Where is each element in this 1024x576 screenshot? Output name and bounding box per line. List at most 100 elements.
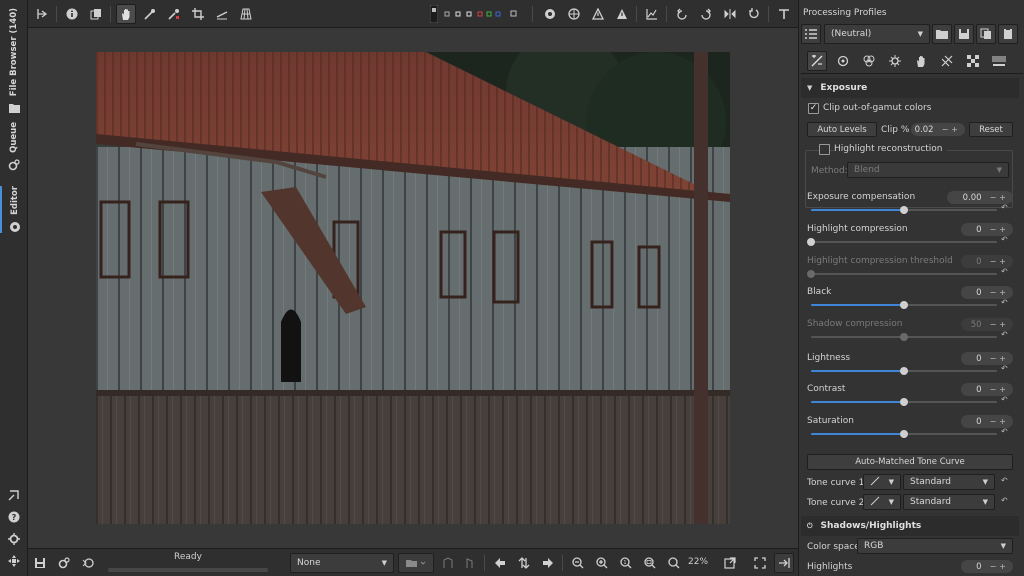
tools-scroll-area[interactable]: ▼ Exposure ✓ Clip out-of-gamut colors Au… bbox=[801, 76, 1023, 576]
fullscreen-toggle-icon[interactable] bbox=[750, 553, 770, 573]
tab-advanced-icon[interactable] bbox=[885, 51, 905, 71]
tab-raw-icon[interactable] bbox=[963, 51, 983, 71]
white-balance-picker-icon[interactable] bbox=[140, 4, 160, 24]
load-profile-icon[interactable] bbox=[932, 24, 952, 44]
slider-track[interactable] bbox=[807, 270, 997, 278]
focus-mask-icon[interactable] bbox=[540, 4, 560, 24]
method-select[interactable]: Blend ▼ bbox=[847, 162, 1009, 178]
tone-curve-2-mode[interactable]: ▼ bbox=[863, 494, 901, 510]
tab-detail-icon[interactable] bbox=[833, 51, 853, 71]
auto-levels-button[interactable]: Auto Levels bbox=[807, 122, 877, 137]
rotate-left-icon[interactable] bbox=[672, 4, 692, 24]
hand-tool-icon[interactable] bbox=[116, 4, 136, 24]
highlight-reconstruction-checkbox[interactable] bbox=[819, 144, 830, 155]
slider-handle[interactable] bbox=[807, 238, 815, 246]
crop-icon[interactable] bbox=[188, 4, 208, 24]
tab-metadata-icon[interactable] bbox=[989, 51, 1009, 71]
right-panel-toggle-icon[interactable] bbox=[774, 553, 794, 573]
tab-color-icon[interactable] bbox=[859, 51, 879, 71]
tab-editor[interactable]: Editor bbox=[0, 186, 28, 233]
highlights-spinner[interactable]: 0 −+ bbox=[961, 560, 1013, 573]
tone-curve-1-mode[interactable]: ▼ bbox=[863, 474, 901, 490]
paste-profile-icon[interactable] bbox=[998, 24, 1018, 44]
slider-reset-icon[interactable]: ↶ bbox=[1001, 427, 1008, 436]
tone-curve-2-reset-icon[interactable]: ↶ bbox=[1001, 496, 1008, 505]
save-profile-icon[interactable] bbox=[954, 24, 974, 44]
profile-list-icon[interactable] bbox=[801, 24, 821, 44]
clip-gamut-checkbox[interactable]: ✓ bbox=[808, 103, 819, 114]
clipped-highlights-icon[interactable] bbox=[612, 4, 632, 24]
paste-profile-button[interactable] bbox=[398, 553, 434, 573]
slider-track[interactable] bbox=[811, 367, 997, 375]
zoom-out-icon[interactable] bbox=[568, 553, 588, 573]
clip-pct-spinner[interactable]: 0.02 −+ bbox=[911, 123, 965, 136]
slider-track[interactable] bbox=[811, 333, 997, 341]
preferences-icon[interactable] bbox=[7, 532, 21, 546]
help-icon[interactable]: ? bbox=[7, 510, 21, 524]
straighten-icon[interactable] bbox=[212, 4, 232, 24]
send-to-editor-icon[interactable] bbox=[78, 553, 98, 573]
slider-reset-icon[interactable]: ↶ bbox=[1001, 395, 1008, 404]
zoom-fit-crop-icon[interactable] bbox=[664, 553, 684, 573]
slider-reset-icon[interactable]: ↶ bbox=[1001, 298, 1008, 307]
slider-track[interactable] bbox=[811, 430, 997, 438]
reset-button[interactable]: Reset bbox=[969, 122, 1013, 137]
send-to-queue-icon[interactable] bbox=[54, 553, 74, 573]
perspective-icon[interactable] bbox=[236, 4, 256, 24]
info-icon[interactable] bbox=[62, 4, 82, 24]
tab-exposure-icon[interactable] bbox=[807, 51, 827, 71]
rotate-right-icon[interactable] bbox=[696, 4, 716, 24]
gamut-warning-icon[interactable] bbox=[588, 4, 608, 24]
luminance-channel-icon[interactable] bbox=[504, 4, 524, 24]
before-after-icon[interactable] bbox=[86, 4, 106, 24]
tone-curve-1-reset-icon[interactable]: ↶ bbox=[1001, 476, 1008, 485]
slider-reset-icon[interactable]: ↶ bbox=[1001, 203, 1008, 212]
tab-locallab-icon[interactable] bbox=[911, 51, 931, 71]
preview-background-icon[interactable] bbox=[428, 4, 440, 24]
slider-reset-icon[interactable]: ↶ bbox=[1001, 235, 1008, 244]
hand-pointer-icon[interactable] bbox=[7, 488, 21, 502]
copy-profile-icon[interactable] bbox=[976, 24, 996, 44]
histogram-icon[interactable] bbox=[642, 4, 662, 24]
slider-track[interactable] bbox=[807, 238, 997, 246]
exposure-section-header[interactable]: ▼ Exposure bbox=[801, 78, 1019, 98]
sync-filmstrip-icon[interactable] bbox=[514, 553, 534, 573]
slider-handle[interactable] bbox=[900, 398, 908, 406]
slider-handle[interactable] bbox=[807, 270, 815, 278]
paste-settings-icon[interactable] bbox=[460, 553, 480, 573]
copy-settings-icon[interactable] bbox=[438, 553, 458, 573]
profile-select[interactable]: None ▼ bbox=[290, 553, 394, 573]
zoom-100-icon[interactable]: 1 bbox=[616, 553, 636, 573]
zoom-fit-icon[interactable] bbox=[640, 553, 660, 573]
profile-combo[interactable]: (Neutral) ▼ bbox=[824, 24, 930, 44]
slider-reset-icon[interactable]: ↶ bbox=[1001, 267, 1008, 276]
slider-handle[interactable] bbox=[900, 333, 908, 341]
slider-reset-icon[interactable]: ↶ bbox=[1001, 364, 1008, 373]
slider-track[interactable] bbox=[811, 398, 997, 406]
slider-track[interactable] bbox=[811, 206, 997, 214]
history-toggle-icon[interactable] bbox=[32, 4, 52, 24]
shadows-highlights-section-header[interactable]: ⏻ Shadows/Highlights bbox=[801, 516, 1019, 536]
previous-image-icon[interactable] bbox=[490, 553, 510, 573]
tab-file-browser[interactable]: File Browser (140) bbox=[0, 8, 28, 114]
auto-matched-tone-curve-button[interactable]: Auto-Matched Tone Curve bbox=[807, 454, 1013, 470]
slider-reset-icon[interactable]: ↶ bbox=[1001, 330, 1008, 339]
color-space-select[interactable]: RGB ▼ bbox=[857, 538, 1013, 554]
tone-curve-1-type[interactable]: Standard ▼ bbox=[903, 474, 995, 490]
slider-handle[interactable] bbox=[900, 301, 908, 309]
channel-buttons[interactable] bbox=[442, 4, 502, 24]
tab-transform-icon[interactable] bbox=[937, 51, 957, 71]
tab-queue[interactable]: Queue bbox=[0, 122, 28, 171]
zoom-in-icon[interactable] bbox=[592, 553, 612, 573]
slider-handle[interactable] bbox=[900, 430, 908, 438]
next-image-icon[interactable] bbox=[538, 553, 558, 573]
fullscreen-icon[interactable] bbox=[7, 554, 21, 568]
slider-handle[interactable] bbox=[900, 206, 908, 214]
save-image-icon[interactable] bbox=[30, 553, 50, 573]
flip-horizontal-icon[interactable] bbox=[720, 4, 740, 24]
color-picker-icon[interactable] bbox=[164, 4, 184, 24]
flip-vertical-icon[interactable] bbox=[744, 4, 764, 24]
slider-track[interactable] bbox=[811, 301, 997, 309]
tone-curve-2-type[interactable]: Standard ▼ bbox=[903, 494, 995, 510]
slider-handle[interactable] bbox=[900, 367, 908, 375]
